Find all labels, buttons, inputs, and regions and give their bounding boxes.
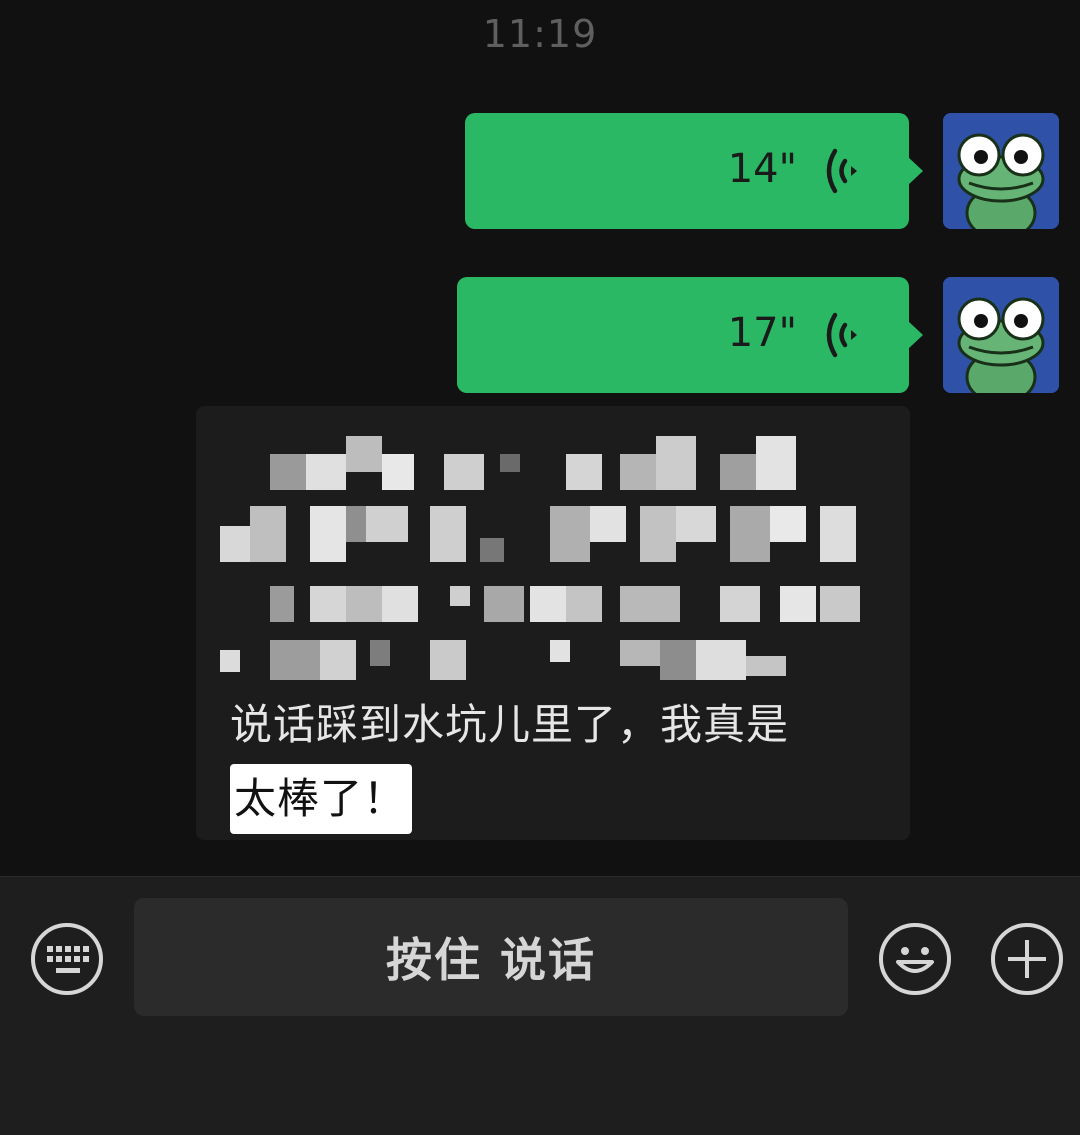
transcript-text: 说话踩到水坑儿里了，我真是 太棒了！ bbox=[230, 688, 890, 836]
voice-wave-icon bbox=[826, 312, 857, 358]
frog-avatar-icon bbox=[943, 277, 1059, 393]
voice-message-bubble[interactable]: 17" bbox=[457, 277, 923, 393]
avatar[interactable] bbox=[943, 113, 1059, 229]
hold-to-talk-button[interactable]: 按住 说话 bbox=[134, 898, 848, 1016]
keyboard-icon bbox=[31, 923, 103, 995]
avatar[interactable] bbox=[943, 277, 1059, 393]
transcript-highlighted-text[interactable]: 太棒了！ bbox=[230, 764, 413, 834]
frog-avatar-icon bbox=[943, 113, 1059, 229]
transcript-plain-text: 说话踩到水坑儿里了，我真是 bbox=[230, 700, 790, 749]
message-timestamp: 11:19 bbox=[482, 12, 598, 56]
voice-message-bubble[interactable]: 14" bbox=[465, 113, 923, 229]
keyboard-toggle-button[interactable] bbox=[30, 922, 104, 996]
voice-transcript-card[interactable]: 说话踩到水坑儿里了，我真是 太棒了！ bbox=[196, 406, 910, 840]
voice-duration: 14" bbox=[727, 146, 797, 192]
plus-icon bbox=[991, 923, 1063, 995]
voice-duration: 17" bbox=[727, 310, 797, 356]
voice-wave-icon bbox=[826, 148, 857, 194]
chat-area: 11:19 14" 17" 说话踩到水坑儿里了，我真是 太棒了！ bbox=[0, 0, 1080, 876]
input-bar: 按住 说话 bbox=[0, 876, 1080, 1135]
more-options-button[interactable] bbox=[990, 922, 1064, 996]
pixelated-redaction bbox=[220, 436, 860, 680]
emoji-button[interactable] bbox=[878, 922, 952, 996]
smiley-icon bbox=[879, 923, 951, 995]
